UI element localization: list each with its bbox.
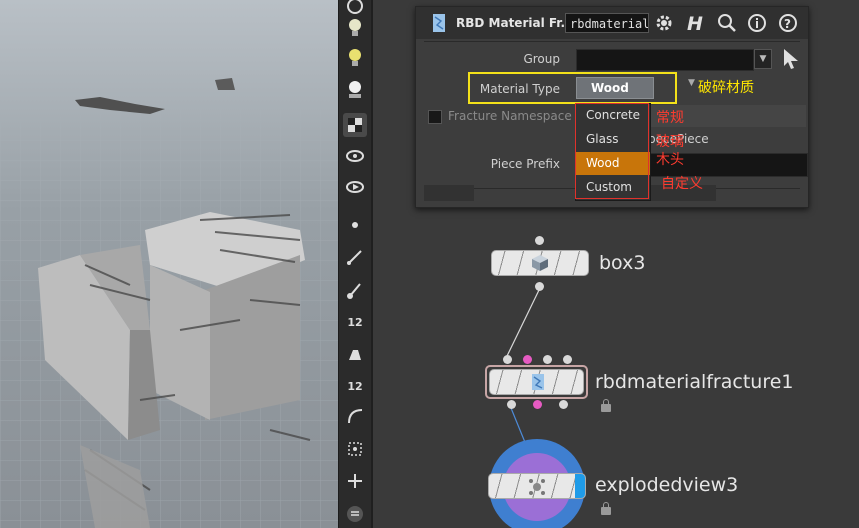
panel-header: RBD Material Fr... rbdmaterialfracture1 …	[416, 7, 808, 39]
material-type-annotation: 破碎材质	[698, 80, 754, 96]
lock-icon[interactable]	[601, 502, 611, 515]
parameter-panel: RBD Material Fr... rbdmaterialfracture1 …	[415, 6, 809, 208]
material-type-dropdown: Concrete Glass Wood Custom	[575, 103, 651, 201]
rbd-input-port-3[interactable]	[543, 355, 552, 364]
box-node-icon	[532, 255, 548, 271]
select-arrow-icon[interactable]	[780, 47, 802, 71]
gear-icon[interactable]	[653, 12, 675, 34]
3d-viewport[interactable]	[0, 0, 338, 528]
box3-output-port[interactable]	[535, 282, 544, 291]
paint-icon[interactable]	[343, 342, 367, 366]
group-input[interactable]	[576, 49, 754, 71]
material-type-menu[interactable]: Wood	[576, 77, 654, 99]
chevron-down-icon: ▼	[688, 78, 695, 88]
point-icon[interactable]	[343, 213, 367, 237]
lock-icon[interactable]	[601, 399, 611, 412]
debris-piece	[215, 78, 235, 90]
svg-text:?: ?	[784, 17, 791, 31]
search-icon[interactable]	[716, 12, 738, 34]
annotation-wood: 木头	[656, 152, 684, 168]
annotation-custom: 自定义	[661, 176, 703, 192]
curve-icon[interactable]	[343, 404, 367, 428]
light-icon[interactable]	[343, 16, 367, 40]
annotation-concrete: 常规	[656, 110, 684, 126]
debris-piece	[75, 97, 165, 114]
viewport-toolbar: 12 12	[338, 0, 371, 528]
info-icon[interactable]	[746, 12, 768, 34]
rbd-output-port-1[interactable]	[507, 400, 516, 409]
num-12-icon[interactable]: 12	[343, 310, 367, 334]
fracture-namespace-label: Fracture Namespace	[448, 109, 572, 123]
panel-stub	[424, 185, 474, 201]
brush-icon[interactable]	[343, 278, 367, 302]
dropdown-option-concrete[interactable]: Concrete	[576, 104, 650, 127]
explode-node-icon	[529, 479, 545, 495]
display-icon[interactable]	[343, 113, 367, 137]
node-name-field[interactable]: rbdmaterialfracture1	[565, 13, 649, 33]
dropdown-option-custom[interactable]: Custom	[576, 176, 650, 199]
toolbar-badge-2: 12	[347, 379, 363, 393]
menu-icon[interactable]	[343, 502, 367, 526]
num-12-b-icon[interactable]: 12	[343, 374, 367, 398]
header-divider	[424, 41, 800, 42]
group-menu-button[interactable]: ▼	[754, 49, 772, 69]
node-explodedview3[interactable]	[488, 473, 586, 499]
fracture-namespace-checkbox[interactable]	[428, 110, 442, 124]
rbd-fracture-node-icon	[532, 374, 544, 390]
rbd-input-port-4[interactable]	[563, 355, 572, 364]
dropdown-option-wood[interactable]: Wood	[576, 152, 650, 175]
rbd-output-port-2[interactable]	[533, 400, 542, 409]
viewport-scene	[0, 78, 338, 528]
help-icon[interactable]: ?	[777, 12, 799, 34]
group-label: Group	[523, 52, 560, 66]
camera-flipbook-icon[interactable]	[343, 176, 367, 200]
help-h-icon[interactable]: H	[684, 12, 706, 34]
dropdown-option-glass[interactable]: Glass	[576, 128, 650, 151]
pivot-icon[interactable]	[343, 469, 367, 493]
material-type-label: Material Type	[479, 82, 560, 96]
camera-icon[interactable]	[343, 144, 367, 168]
point-light-icon[interactable]	[343, 46, 367, 70]
node-label-explodedview3: explodedview3	[595, 474, 739, 496]
toolbar-badge-1: 12	[347, 315, 363, 329]
display-flag[interactable]	[575, 474, 585, 498]
snap-icon[interactable]	[343, 437, 367, 461]
node-label-rbdmaterialfracture1: rbdmaterialfracture1	[595, 371, 794, 393]
node-type-icon[interactable]	[428, 12, 450, 34]
edge-icon[interactable]	[343, 245, 367, 269]
node-box3[interactable]	[491, 250, 589, 276]
piece-prefix-label: Piece Prefix	[490, 157, 560, 171]
annotation-glass: 玻璃	[656, 134, 684, 150]
rbd-input-port-2[interactable]	[523, 355, 532, 364]
node-type-label: RBD Material Fr...	[456, 16, 575, 30]
rbd-input-port-1[interactable]	[503, 355, 512, 364]
node-rbdmaterialfracture1[interactable]	[489, 369, 584, 395]
spot-light-icon[interactable]	[343, 78, 367, 102]
rbd-output-port-3[interactable]	[559, 400, 568, 409]
box3-input-port[interactable]	[535, 236, 544, 245]
node-label-box3: box3	[599, 252, 646, 274]
svg-text:H: H	[687, 13, 703, 33]
